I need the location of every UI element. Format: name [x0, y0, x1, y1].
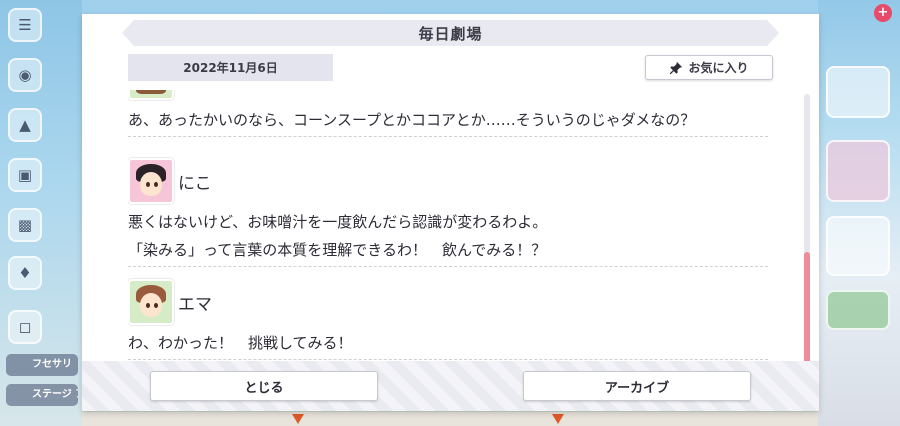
- archive-button[interactable]: アーカイブ: [523, 371, 751, 401]
- stage-item-label: ステージ アイテム: [6, 384, 78, 406]
- message-log[interactable]: あ、あったかいのなら、コーンスープとかココアとか……そういうのじゃダメなの？ に…: [128, 90, 773, 362]
- board-icon: ▩: [8, 208, 42, 242]
- divider: [128, 136, 768, 137]
- shoe-card: [826, 216, 890, 276]
- accessory-label: フセサリ: [6, 354, 78, 376]
- message-item: エマ わ、わかった！ 挑戦してみる！: [128, 279, 768, 360]
- divider: [128, 266, 768, 267]
- gift-icon: ▣: [8, 158, 42, 192]
- flag-card: [826, 290, 890, 330]
- close-button[interactable]: とじる: [150, 371, 378, 401]
- background-right: [818, 0, 900, 426]
- dialog-title: 毎日劇場: [418, 24, 483, 43]
- scrollbar[interactable]: [804, 94, 810, 366]
- dialog-footer: とじる アーカイブ: [82, 361, 819, 411]
- banner-card: [826, 140, 890, 202]
- divider: [128, 359, 768, 360]
- expand-icon: ◻: [8, 310, 42, 344]
- background-left: ☰ ◉ ▲ ▣ ▩ ♦ ◻ フセサリ ステージ アイテム: [0, 0, 82, 426]
- flag-icon: [292, 414, 304, 424]
- chat-icon: ◉: [8, 58, 42, 92]
- message-line: わ、わかった！ 挑戦してみる！: [128, 334, 353, 352]
- message-item: にこ 悪くはないけど、お味噌汁を一度飲んだら認識が変わるわよ。 「染みる」って言…: [128, 158, 768, 267]
- favorite-label: お気に入り: [688, 61, 749, 75]
- avatar: [128, 158, 174, 204]
- menu-icon: ☰: [8, 8, 42, 42]
- avatar: [128, 90, 174, 100]
- pin-icon: [670, 61, 683, 74]
- event-card: [826, 66, 890, 118]
- dialog-header: 毎日劇場: [122, 20, 779, 46]
- daily-theater-dialog: 毎日劇場 2022年11月6日 お気に入り あ、あったかいのなら、コーンスープと…: [82, 14, 819, 411]
- message-line: あ、あったかいのなら、コーンスープとかココアとか……そういうのじゃダメなの？: [128, 111, 696, 129]
- favorite-button[interactable]: お気に入り: [645, 55, 773, 80]
- date-label: 2022年11月6日: [128, 54, 333, 81]
- add-currency-icon: +: [874, 4, 892, 22]
- avatar: [128, 279, 174, 325]
- speaker-name: エマ: [178, 294, 212, 315]
- trophy-icon: ♦: [8, 256, 42, 290]
- ground: [82, 412, 818, 426]
- shirt-icon: ▲: [8, 108, 42, 142]
- flag-icon: [552, 414, 564, 424]
- scrollbar-thumb[interactable]: [804, 252, 810, 366]
- message-line: 「染みる」って言葉の本質を理解できるわ！ 飲んでみる！？: [128, 241, 547, 259]
- message-line: 悪くはないけど、お味噌汁を一度飲んだら認識が変わるわよ。: [128, 213, 548, 231]
- speaker-name: にこ: [178, 173, 212, 194]
- message-item: あ、あったかいのなら、コーンスープとかココアとか……そういうのじゃダメなの？: [128, 90, 768, 137]
